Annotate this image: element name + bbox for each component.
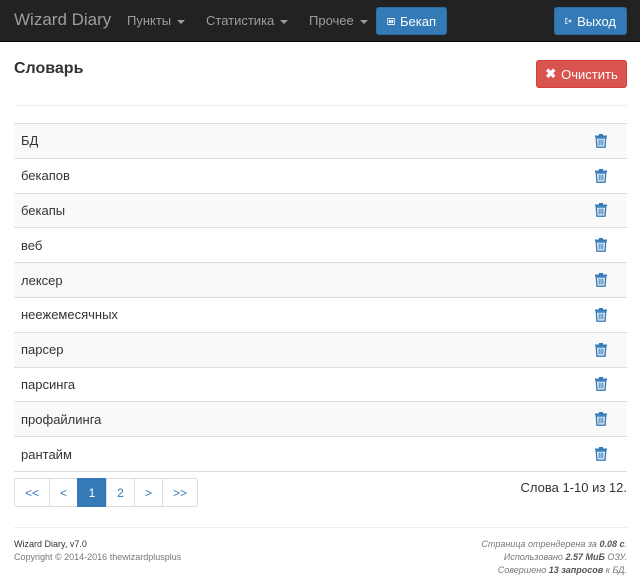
- page-title: Словарь: [14, 60, 84, 77]
- render-value: 0.08 с: [599, 539, 625, 549]
- word-text: БД: [21, 133, 39, 149]
- word-row: лексер: [14, 263, 627, 298]
- word-text: неежемесячных: [21, 307, 118, 323]
- trash-icon[interactable]: [595, 447, 607, 461]
- times-icon: ✖: [545, 66, 557, 81]
- word-row: БД: [14, 124, 627, 159]
- footer-stats: Страница отрендерена за 0.08 с. Использо…: [481, 538, 627, 577]
- clear-label: Очистить: [561, 66, 618, 82]
- render-suffix: .: [624, 539, 627, 549]
- word-text: профайлинга: [21, 411, 102, 427]
- word-row: парсер: [14, 332, 627, 368]
- word-text: лексер: [21, 272, 63, 288]
- page-prev-button[interactable]: <: [49, 478, 78, 507]
- page-next-button[interactable]: >: [134, 478, 163, 507]
- pagination: << < 1 2 > >>: [14, 478, 198, 507]
- word-row: веб: [14, 228, 627, 264]
- brand-logo[interactable]: Wizard Diary: [14, 10, 111, 30]
- backup-icon: [387, 17, 395, 25]
- trash-icon[interactable]: [595, 168, 607, 183]
- copyright: Copyright © 2014-2016 thewizardplusplus: [14, 552, 182, 562]
- memory-line: Использовано 2.57 МиБ ОЗУ.: [481, 551, 627, 564]
- menu-statistics-label: Статистика: [206, 13, 275, 28]
- word-text: веб: [21, 237, 43, 253]
- backup-button[interactable]: Бекап: [376, 7, 447, 35]
- word-row: рантайм: [14, 437, 627, 472]
- word-row: профайлинга: [14, 402, 627, 438]
- memory-suffix: ОЗУ.: [604, 552, 627, 562]
- page-2-button[interactable]: 2: [106, 478, 135, 507]
- trash-icon[interactable]: [595, 273, 607, 287]
- words-table: БД бекапов бекапы веб лексер неежемесячных пар…: [14, 123, 627, 472]
- divider: [14, 105, 627, 106]
- word-text: парсер: [21, 342, 64, 358]
- trash-icon[interactable]: [595, 412, 607, 427]
- logout-label: Выход: [577, 13, 616, 29]
- word-row: бекапы: [14, 193, 627, 229]
- queries-line: Совершено 13 запросов к БД.: [481, 564, 627, 577]
- trash-icon[interactable]: [595, 238, 607, 253]
- words-count: Слова 1-10 из 12.: [520, 480, 628, 495]
- menu-other-dropdown[interactable]: Прочее: [309, 13, 368, 28]
- menu-items-label: Пункты: [127, 13, 172, 28]
- page-first-button[interactable]: <<: [14, 478, 50, 507]
- render-prefix: Страница отрендерена за: [481, 539, 600, 549]
- logout-icon: [565, 18, 572, 24]
- footer-info: Wizard Diary, v7.0 Copyright © 2014-2016…: [14, 538, 181, 564]
- page-last-button[interactable]: >>: [162, 478, 198, 507]
- caret-down-icon: [359, 19, 368, 24]
- trash-icon[interactable]: [595, 203, 607, 218]
- queries-value: 13 запросов: [548, 565, 604, 575]
- navbar: Wizard Diary Пункты Статистика Прочее Бе…: [0, 0, 640, 42]
- menu-statistics-dropdown[interactable]: Статистика: [206, 13, 289, 28]
- logout-button[interactable]: Выход: [554, 7, 627, 35]
- word-row: парсинга: [14, 368, 627, 403]
- word-row: неежемесячных: [14, 298, 627, 333]
- queries-suffix: к БД.: [603, 565, 627, 575]
- render-time-line: Страница отрендерена за 0.08 с.: [481, 538, 627, 551]
- menu-other-label: Прочее: [309, 13, 354, 28]
- menu-items-dropdown[interactable]: Пункты: [127, 13, 186, 28]
- memory-value: 2.57 МиБ: [565, 552, 605, 562]
- page-1-button[interactable]: 1: [77, 478, 107, 507]
- caret-down-icon: [177, 19, 186, 24]
- word-text: бекапы: [21, 202, 66, 218]
- footer-divider: [14, 527, 627, 528]
- word-text: парсинга: [21, 376, 76, 392]
- trash-icon[interactable]: [595, 307, 607, 322]
- trash-icon[interactable]: [595, 133, 607, 148]
- word-row: бекапов: [14, 159, 627, 194]
- trash-icon[interactable]: [595, 377, 607, 392]
- clear-button[interactable]: ✖ Очистить: [536, 60, 627, 88]
- app-version: Wizard Diary, v7.0: [14, 539, 87, 549]
- backup-label: Бекап: [399, 13, 436, 29]
- queries-prefix: Совершено: [497, 565, 549, 575]
- caret-down-icon: [280, 19, 289, 24]
- memory-prefix: Использовано: [503, 552, 566, 562]
- trash-icon[interactable]: [595, 342, 607, 357]
- word-text: бекапов: [21, 168, 70, 184]
- word-text: рантайм: [21, 446, 72, 462]
